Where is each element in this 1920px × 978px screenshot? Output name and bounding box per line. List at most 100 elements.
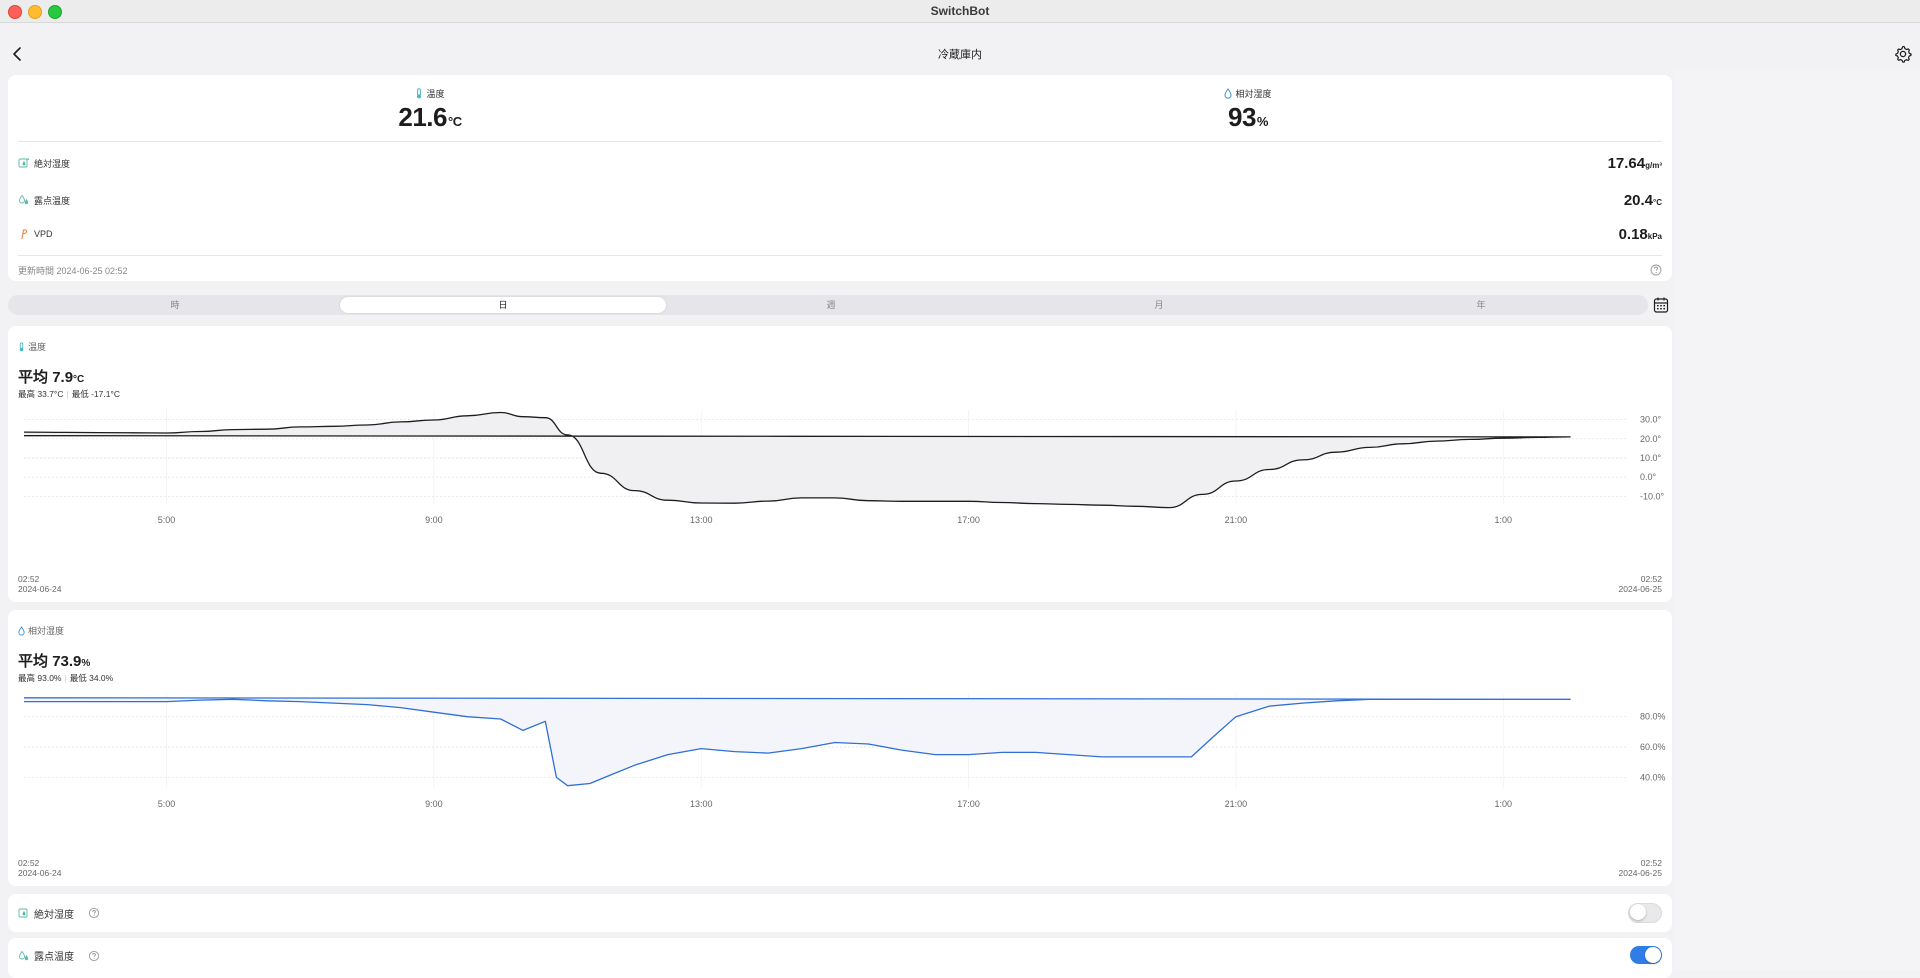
x-tick-label: 21:00 xyxy=(1225,799,1248,809)
data-point xyxy=(767,753,768,754)
x-tick-label: 13:00 xyxy=(690,799,713,809)
absolute-humidity-toggle[interactable] xyxy=(1628,903,1662,923)
data-point xyxy=(701,502,702,503)
help-button[interactable] xyxy=(1650,263,1662,276)
min-label: 最低 xyxy=(69,673,87,683)
humidity-min-max: 最高 93.0% | 最低 34.0% xyxy=(18,673,114,683)
data-point xyxy=(1102,756,1103,757)
data-point xyxy=(433,419,434,420)
series-area xyxy=(24,412,1571,508)
start-time: 02:52 xyxy=(18,574,40,584)
x-tick-label: 9:00 xyxy=(425,515,443,525)
data-point xyxy=(1191,756,1192,757)
min-label: 最低 xyxy=(71,389,89,399)
x-tick-label: 9:00 xyxy=(425,799,443,809)
temperature-reading: 温度 21.6°C xyxy=(338,87,522,133)
data-point xyxy=(1503,438,1504,439)
dew-point-toggle[interactable] xyxy=(1630,946,1662,964)
absolute-humidity-icon xyxy=(18,158,30,168)
average-unit: °C xyxy=(73,374,85,385)
tab-week[interactable]: 週 xyxy=(668,297,994,313)
data-point xyxy=(522,730,523,731)
data-point xyxy=(1402,699,1403,700)
data-point xyxy=(1469,439,1470,440)
data-point xyxy=(901,501,902,502)
min-value: -17.1°C xyxy=(91,389,121,399)
data-point xyxy=(199,699,200,700)
dew-point-icon xyxy=(19,950,29,960)
question-circle-icon[interactable] xyxy=(88,907,100,919)
data-point xyxy=(233,699,234,700)
end-time: 02:52 xyxy=(1640,858,1662,868)
data-point xyxy=(556,777,557,778)
water-drop-icon xyxy=(18,625,25,636)
data-point xyxy=(968,501,969,502)
data-point xyxy=(801,748,802,749)
humidity-chart[interactable]: 80.0% 60.0% 40.0% 5:00 9:00 13:00 17:00 21:00 1:… xyxy=(8,686,1672,886)
data-point xyxy=(901,749,902,750)
tab-month[interactable]: 月 xyxy=(996,297,1322,313)
data-point xyxy=(133,432,134,433)
vpd-label: VPD xyxy=(34,229,53,239)
settings-button[interactable] xyxy=(1892,43,1914,65)
data-point xyxy=(23,435,24,436)
data-point xyxy=(1503,699,1504,700)
end-date: 2024-06-25 xyxy=(1618,868,1662,878)
start-time: 02:52 xyxy=(18,858,40,868)
toggle-knob xyxy=(1645,947,1661,963)
y-tick-label: 80.0% xyxy=(1640,712,1666,722)
data-point xyxy=(1336,452,1337,453)
data-point xyxy=(1168,756,1169,757)
humidity-label: 相対湿度 xyxy=(1235,89,1272,99)
tab-day[interactable]: 日 xyxy=(340,297,666,313)
average-unit: % xyxy=(81,658,91,669)
y-tick-label: -10.0° xyxy=(1640,491,1665,501)
data-point xyxy=(1336,700,1337,701)
data-point xyxy=(701,748,702,749)
data-point xyxy=(567,434,568,435)
temperature-average: 平均 7.9°C xyxy=(18,366,84,387)
y-tick-label: 10.0° xyxy=(1640,453,1662,463)
dew-point-toggle-label: 露点温度 xyxy=(34,952,74,963)
data-point xyxy=(433,712,434,713)
toggle-knob xyxy=(1630,904,1646,920)
data-point xyxy=(1068,504,1069,505)
data-point xyxy=(522,416,523,417)
data-point xyxy=(199,431,200,432)
data-point xyxy=(734,503,735,504)
humidity-chart-label: 相対湿度 xyxy=(28,626,65,636)
temperature-chart[interactable]: 30.0° 20.0° 10.0° 0.0° -10.0° 5:00 9:00 13:00 17… xyxy=(8,402,1672,602)
data-point xyxy=(1569,436,1570,437)
data-point xyxy=(166,432,167,433)
chart-range-end: 02:52 2024-06-25 xyxy=(1619,574,1662,594)
absolute-humidity-icon xyxy=(18,908,28,918)
data-point xyxy=(133,701,134,702)
tab-year[interactable]: 年 xyxy=(1318,297,1644,313)
tab-hour[interactable]: 時 xyxy=(12,297,338,313)
end-time: 02:52 xyxy=(1640,574,1662,584)
x-tick-label: 5:00 xyxy=(158,799,176,809)
data-point xyxy=(366,704,367,705)
calendar-button[interactable] xyxy=(1653,296,1669,314)
data-point xyxy=(1168,507,1169,508)
data-point xyxy=(400,421,401,422)
data-point xyxy=(1202,494,1203,495)
absolute-humidity-value: 17.64 xyxy=(1607,154,1646,172)
absolute-humidity-row: 絶対湿度 17.64g/m³ xyxy=(18,151,1662,175)
question-circle-icon[interactable] xyxy=(88,950,100,962)
data-point xyxy=(366,424,367,425)
data-point xyxy=(667,500,668,501)
data-point xyxy=(1135,506,1136,507)
thermometer-icon xyxy=(19,341,24,351)
y-tick-label: 60.0% xyxy=(1640,742,1666,752)
data-point xyxy=(868,743,869,744)
dew-point-icon xyxy=(19,194,29,205)
data-point xyxy=(1436,699,1437,700)
x-tick-label: 1:00 xyxy=(1494,799,1512,809)
humidity-value: 93 xyxy=(1228,102,1256,132)
data-point xyxy=(1302,702,1303,703)
data-point xyxy=(266,429,267,430)
data-point xyxy=(467,415,468,416)
data-point xyxy=(589,783,590,784)
dew-point-unit: °C xyxy=(1653,197,1662,207)
